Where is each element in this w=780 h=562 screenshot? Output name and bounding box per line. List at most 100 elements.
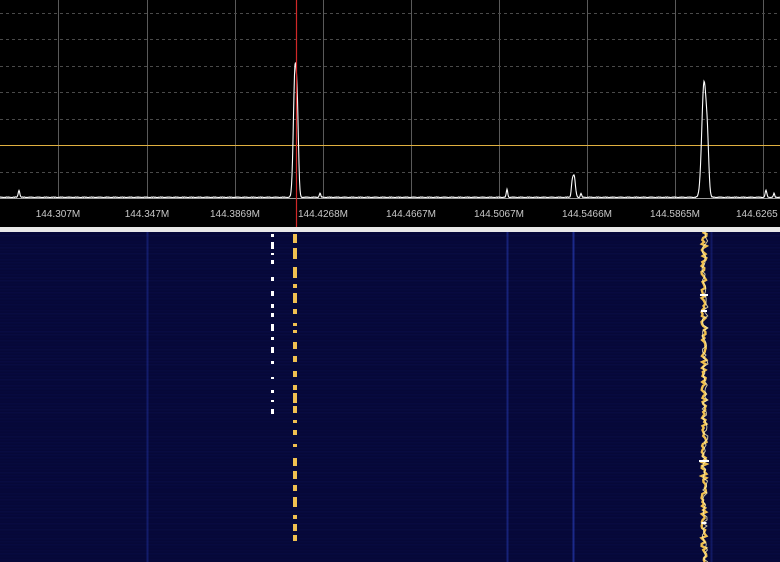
noise-band: [0, 382, 780, 384]
noise-band: [0, 292, 780, 294]
noise-band: [0, 373, 780, 375]
waterfall-signal-orange: [293, 485, 297, 491]
noise-band: [0, 325, 780, 327]
waterfall-signal-white: [271, 347, 274, 353]
noise-band: [0, 559, 780, 561]
frequency-axis: 144.307M 144.347M 144.3869M 144.4268M 14…: [36, 209, 778, 220]
noise-band: [0, 475, 780, 477]
noise-band: [0, 310, 780, 312]
noise-band: [0, 415, 780, 417]
noise-band: [0, 442, 780, 444]
noise-band: [0, 385, 780, 387]
noise-band: [0, 319, 780, 321]
noise-band: [0, 328, 780, 330]
noise-band: [0, 544, 780, 546]
freq-label: 144.5865M: [650, 209, 700, 220]
waterfall-signal-white: [271, 377, 274, 379]
waterfall-plot[interactable]: [0, 232, 780, 562]
noise-band: [0, 376, 780, 378]
waterfall-signal-white: [271, 277, 274, 281]
waterfall-signal-orange: [293, 330, 297, 333]
noise-band: [0, 421, 780, 423]
noise-band: [0, 232, 780, 234]
waterfall-signal-white: [271, 291, 274, 296]
spectrum-plot[interactable]: 144.307M 144.347M 144.3869M 144.4268M 14…: [0, 0, 780, 227]
waterfall-burst: [699, 460, 709, 462]
noise-band: [0, 520, 780, 522]
noise-band: [0, 445, 780, 447]
noise-band: [0, 478, 780, 480]
noise-band: [0, 517, 780, 519]
noise-band: [0, 262, 780, 264]
waterfall-signal-orange: [293, 385, 297, 390]
noise-band: [0, 289, 780, 291]
waterfall-signal-white: [271, 390, 274, 393]
noise-band: [0, 235, 780, 237]
noise-band: [0, 304, 780, 306]
noise-band: [0, 259, 780, 261]
noise-band: [0, 463, 780, 465]
noise-band: [0, 409, 780, 411]
noise-band: [0, 436, 780, 438]
noise-band: [0, 460, 780, 462]
noise-band: [0, 469, 780, 471]
spectrum-grid: [58, 0, 764, 198]
noise-band: [0, 250, 780, 252]
noise-band: [0, 490, 780, 492]
freq-label: 144.3869M: [210, 209, 260, 220]
noise-band: [0, 268, 780, 270]
freq-label: 144.307M: [36, 209, 80, 220]
noise-band: [0, 241, 780, 243]
sdr-display: 144.307M 144.347M 144.3869M 144.4268M 14…: [0, 0, 780, 562]
noise-band: [0, 448, 780, 450]
noise-band: [0, 361, 780, 363]
waterfall-signal-white: [271, 313, 274, 317]
noise-band: [0, 511, 780, 513]
noise-band: [0, 298, 780, 300]
noise-band: [0, 553, 780, 555]
noise-band: [0, 541, 780, 543]
noise-band: [0, 427, 780, 429]
noise-band: [0, 271, 780, 273]
waterfall-signal-white: [271, 409, 274, 414]
freq-label: 144.6265: [736, 209, 778, 220]
noise-band: [0, 538, 780, 540]
waterfall-signal-orange: [293, 323, 297, 326]
noise-band: [0, 454, 780, 456]
waterfall-signal-orange: [293, 371, 297, 377]
noise-band: [0, 277, 780, 279]
noise-band: [0, 430, 780, 432]
faint-carrier-trace: [506, 232, 509, 562]
waterfall-signal-white: [271, 324, 274, 331]
noise-band: [0, 433, 780, 435]
spectrum-trace: [0, 62, 780, 199]
spectrum-panel[interactable]: 144.307M 144.347M 144.3869M 144.4268M 14…: [0, 0, 780, 227]
noise-band: [0, 322, 780, 324]
waterfall-panel[interactable]: [0, 232, 780, 562]
noise-band: [0, 253, 780, 255]
noise-band: [0, 379, 780, 381]
noise-band: [0, 499, 780, 501]
noise-band: [0, 418, 780, 420]
waterfall-burst: [701, 310, 707, 312]
noise-band: [0, 457, 780, 459]
noise-band: [0, 502, 780, 504]
noise-band: [0, 370, 780, 372]
noise-band: [0, 280, 780, 282]
waterfall-signal-orange: [293, 406, 297, 413]
noise-band: [0, 355, 780, 357]
noise-band: [0, 352, 780, 354]
noise-band: [0, 496, 780, 498]
noise-band: [0, 349, 780, 351]
waterfall-signal-orange: [293, 393, 297, 403]
waterfall-signal-orange: [293, 342, 297, 349]
noise-band: [0, 424, 780, 426]
noise-band: [0, 466, 780, 468]
noise-band: [0, 532, 780, 534]
waterfall-signal-orange: [293, 248, 297, 259]
freq-label: 144.347M: [125, 209, 169, 220]
noise-band: [0, 367, 780, 369]
waterfall-signal-orange: [293, 356, 297, 362]
waterfall-signal-orange: [293, 430, 297, 435]
noise-band: [0, 295, 780, 297]
